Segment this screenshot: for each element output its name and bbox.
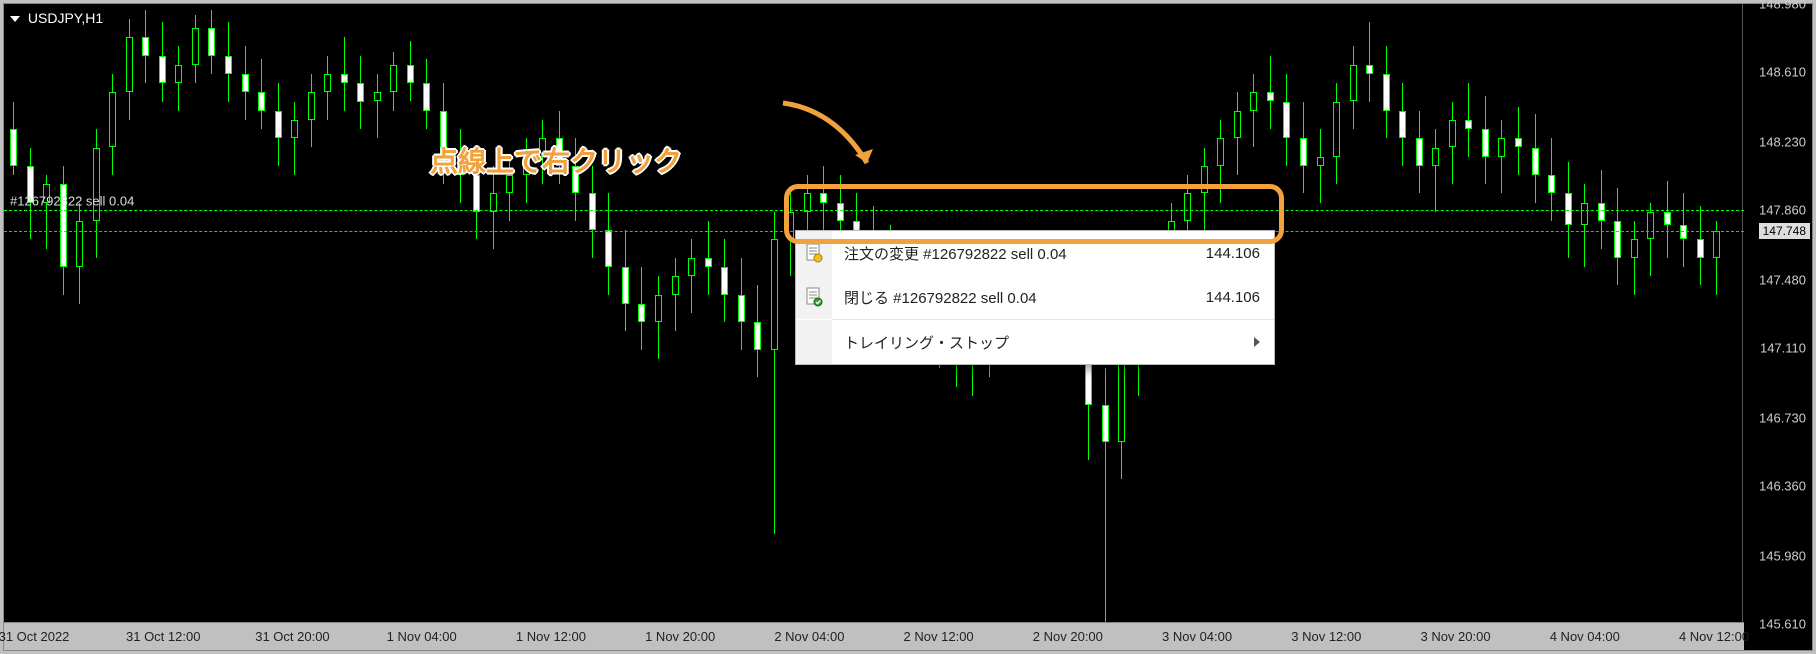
menu-item-modify-label: 注文の変更 #126792822 sell 0.04 <box>844 243 1067 264</box>
x-tick-label: 4 Nov 04:00 <box>1550 629 1620 644</box>
y-tick-label: 145.980 <box>1759 548 1806 563</box>
x-tick-label: 1 Nov 12:00 <box>516 629 586 644</box>
price-axis: 148.980148.610148.230147.860147.480147.1… <box>1742 4 1812 624</box>
x-tick-label: 3 Nov 04:00 <box>1162 629 1232 644</box>
y-tick-label: 148.230 <box>1759 134 1806 149</box>
order-position-line[interactable] <box>4 210 1744 211</box>
symbol-label: USDJPY,H1 <box>10 10 103 26</box>
x-tick-label: 3 Nov 12:00 <box>1291 629 1361 644</box>
x-tick-label: 2 Nov 12:00 <box>904 629 974 644</box>
menu-icon-blank <box>796 320 832 364</box>
menu-item-trailing-stop[interactable]: トレイリング・ストップ <box>796 320 1274 364</box>
annotation-callout: 点線上で右クリック <box>430 140 682 180</box>
y-tick-label: 148.980 <box>1759 0 1806 12</box>
y-tick-label: 145.610 <box>1759 617 1806 632</box>
submenu-arrow-icon <box>1254 337 1260 347</box>
current-price-marker: 147.748 <box>1759 223 1810 239</box>
y-tick-label: 147.860 <box>1759 203 1806 218</box>
x-tick-label: 2 Nov 04:00 <box>774 629 844 644</box>
x-tick-label: 1 Nov 20:00 <box>645 629 715 644</box>
order-line-label: #126792822 sell 0.04 <box>10 194 134 209</box>
menu-item-modify-price: 144.106 <box>1206 245 1260 262</box>
y-tick-label: 146.360 <box>1759 479 1806 494</box>
menu-item-modify-order[interactable]: 注文の変更 #126792822 sell 0.04 144.106 <box>796 231 1274 275</box>
y-tick-label: 146.730 <box>1759 410 1806 425</box>
menu-item-close-price: 144.106 <box>1206 289 1260 306</box>
y-tick-label: 147.480 <box>1759 272 1806 287</box>
y-tick-label: 147.110 <box>1760 341 1806 356</box>
annotation-arrow-icon <box>775 95 885 185</box>
x-tick-label: 2 Nov 20:00 <box>1033 629 1103 644</box>
x-tick-label: 1 Nov 04:00 <box>387 629 457 644</box>
document-gear-icon <box>796 231 832 275</box>
x-tick-label: 4 Nov 12:00 <box>1679 629 1749 644</box>
x-tick-label: 31 Oct 20:00 <box>255 629 329 644</box>
dropdown-arrow-icon <box>10 16 20 22</box>
x-tick-label: 31 Oct 12:00 <box>126 629 200 644</box>
x-tick-label: 31 Oct 2022 <box>0 629 69 644</box>
context-menu: 注文の変更 #126792822 sell 0.04 144.106 閉じる #… <box>795 230 1275 365</box>
time-axis: 31 Oct 202231 Oct 12:0031 Oct 20:001 Nov… <box>4 622 1744 650</box>
symbol-text: USDJPY,H1 <box>28 10 103 26</box>
y-tick-label: 148.610 <box>1759 65 1806 80</box>
menu-item-close-label: 閉じる #126792822 sell 0.04 <box>844 287 1037 308</box>
x-tick-label: 3 Nov 20:00 <box>1420 629 1490 644</box>
menu-item-trailing-label: トレイリング・ストップ <box>844 332 1009 353</box>
menu-item-close-order[interactable]: 閉じる #126792822 sell 0.04 144.106 <box>796 275 1274 319</box>
document-check-icon <box>796 275 832 319</box>
